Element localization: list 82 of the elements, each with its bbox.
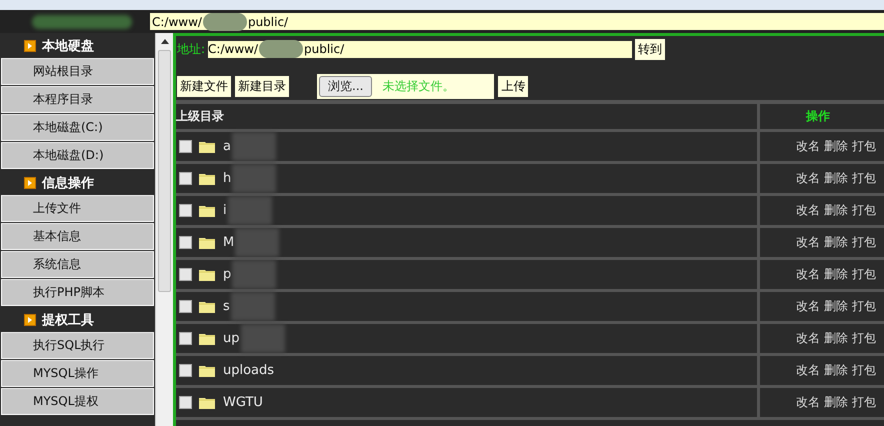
- action-link[interactable]: 改名: [796, 298, 820, 315]
- checkbox[interactable]: [179, 364, 192, 377]
- action-link[interactable]: 改名: [796, 394, 820, 411]
- sidebar-item[interactable]: MYSQL提权: [1, 388, 154, 415]
- action-link[interactable]: 改名: [796, 170, 820, 187]
- action-link[interactable]: 打包: [852, 298, 876, 315]
- folder-icon: [199, 140, 215, 153]
- section-title: 提权工具: [42, 312, 94, 328]
- action-link[interactable]: 打包: [852, 202, 876, 219]
- folder-icon: [199, 172, 215, 185]
- folder-icon: [199, 236, 215, 249]
- folder-name[interactable]: a: [223, 139, 231, 154]
- action-link[interactable]: 删除: [824, 394, 848, 411]
- action-link[interactable]: 删除: [824, 298, 848, 315]
- folder-name[interactable]: h: [223, 171, 232, 186]
- sidebar-item[interactable]: 本程序目录: [1, 86, 154, 113]
- folder-name[interactable]: WGTU: [223, 395, 263, 410]
- sidebar-item[interactable]: 基本信息: [1, 223, 154, 250]
- go-button[interactable]: 转到: [635, 38, 666, 60]
- action-link[interactable]: 打包: [852, 362, 876, 379]
- path-field[interactable]: C:/www/ public/: [150, 13, 884, 30]
- action-link[interactable]: 删除: [824, 202, 848, 219]
- action-link[interactable]: 打包: [852, 234, 876, 251]
- action-link[interactable]: 打包: [852, 170, 876, 187]
- folder-name[interactable]: uploads: [223, 363, 274, 378]
- action-link[interactable]: 删除: [824, 362, 848, 379]
- column-header: 操作: [806, 108, 830, 125]
- action-link[interactable]: 删除: [824, 330, 848, 347]
- sidebar-item[interactable]: 执行PHP脚本: [1, 279, 154, 306]
- scrollbar[interactable]: [155, 33, 173, 426]
- folder-icon: [199, 268, 215, 281]
- folder-name[interactable]: i: [223, 203, 227, 218]
- folder-icon: [199, 364, 215, 377]
- folder-name[interactable]: up: [223, 331, 240, 346]
- folder-icon: [199, 300, 215, 313]
- action-link[interactable]: 删除: [824, 170, 848, 187]
- sidebar-item[interactable]: 本地磁盘(C:): [1, 114, 154, 141]
- action-link[interactable]: 删除: [824, 138, 848, 155]
- address-field[interactable]: C:/www/ public/: [208, 40, 632, 58]
- scroll-up-icon[interactable]: [160, 39, 168, 44]
- action-link[interactable]: 打包: [852, 330, 876, 347]
- checkbox[interactable]: [179, 172, 192, 185]
- new-folder-button[interactable]: 新建目录: [235, 76, 289, 97]
- action-link[interactable]: 打包: [852, 266, 876, 283]
- folder-icon: [199, 332, 215, 345]
- folder-name[interactable]: s: [223, 299, 230, 314]
- folder-name[interactable]: p: [223, 267, 232, 282]
- sidebar-item[interactable]: 网站根目录: [1, 58, 154, 85]
- parent-directory-link[interactable]: 上级目录: [176, 108, 224, 125]
- action-link[interactable]: 改名: [796, 266, 820, 283]
- action-link[interactable]: 打包: [852, 394, 876, 411]
- address-label: 地址:: [177, 40, 206, 58]
- file-status: 未选择文件。: [382, 78, 454, 95]
- sidebar-item[interactable]: 执行SQL执行: [1, 332, 154, 359]
- sidebar-item[interactable]: 上传文件: [1, 195, 154, 222]
- checkbox[interactable]: [179, 236, 192, 249]
- checkbox[interactable]: [179, 204, 192, 217]
- file-input[interactable]: 浏览... 未选择文件。: [317, 74, 494, 99]
- checkbox[interactable]: [179, 332, 192, 345]
- action-link[interactable]: 改名: [796, 362, 820, 379]
- folder-name[interactable]: M: [223, 235, 234, 250]
- action-link[interactable]: 删除: [824, 266, 848, 283]
- folder-icon: [199, 396, 215, 409]
- sidebar-item[interactable]: 本地磁盘(D:): [1, 142, 154, 169]
- action-link[interactable]: 打包: [852, 138, 876, 155]
- action-link[interactable]: 改名: [796, 138, 820, 155]
- sidebar-item[interactable]: MYSQL操作: [1, 360, 154, 387]
- section-title: 本地硬盘: [42, 38, 94, 54]
- browse-button[interactable]: 浏览...: [319, 76, 372, 97]
- sidebar-item[interactable]: 系统信息: [1, 251, 154, 278]
- section-title: 信息操作: [42, 174, 94, 192]
- checkbox[interactable]: [179, 140, 192, 153]
- action-link[interactable]: 改名: [796, 330, 820, 347]
- checkbox[interactable]: [179, 268, 192, 281]
- checkbox[interactable]: [179, 396, 192, 409]
- folder-icon: [199, 204, 215, 217]
- action-link[interactable]: 改名: [796, 202, 820, 219]
- upload-button[interactable]: 上传: [498, 76, 528, 97]
- new-file-button[interactable]: 新建文件: [177, 76, 231, 97]
- checkbox[interactable]: [179, 300, 192, 313]
- action-link[interactable]: 删除: [824, 234, 848, 251]
- action-link[interactable]: 改名: [796, 234, 820, 251]
